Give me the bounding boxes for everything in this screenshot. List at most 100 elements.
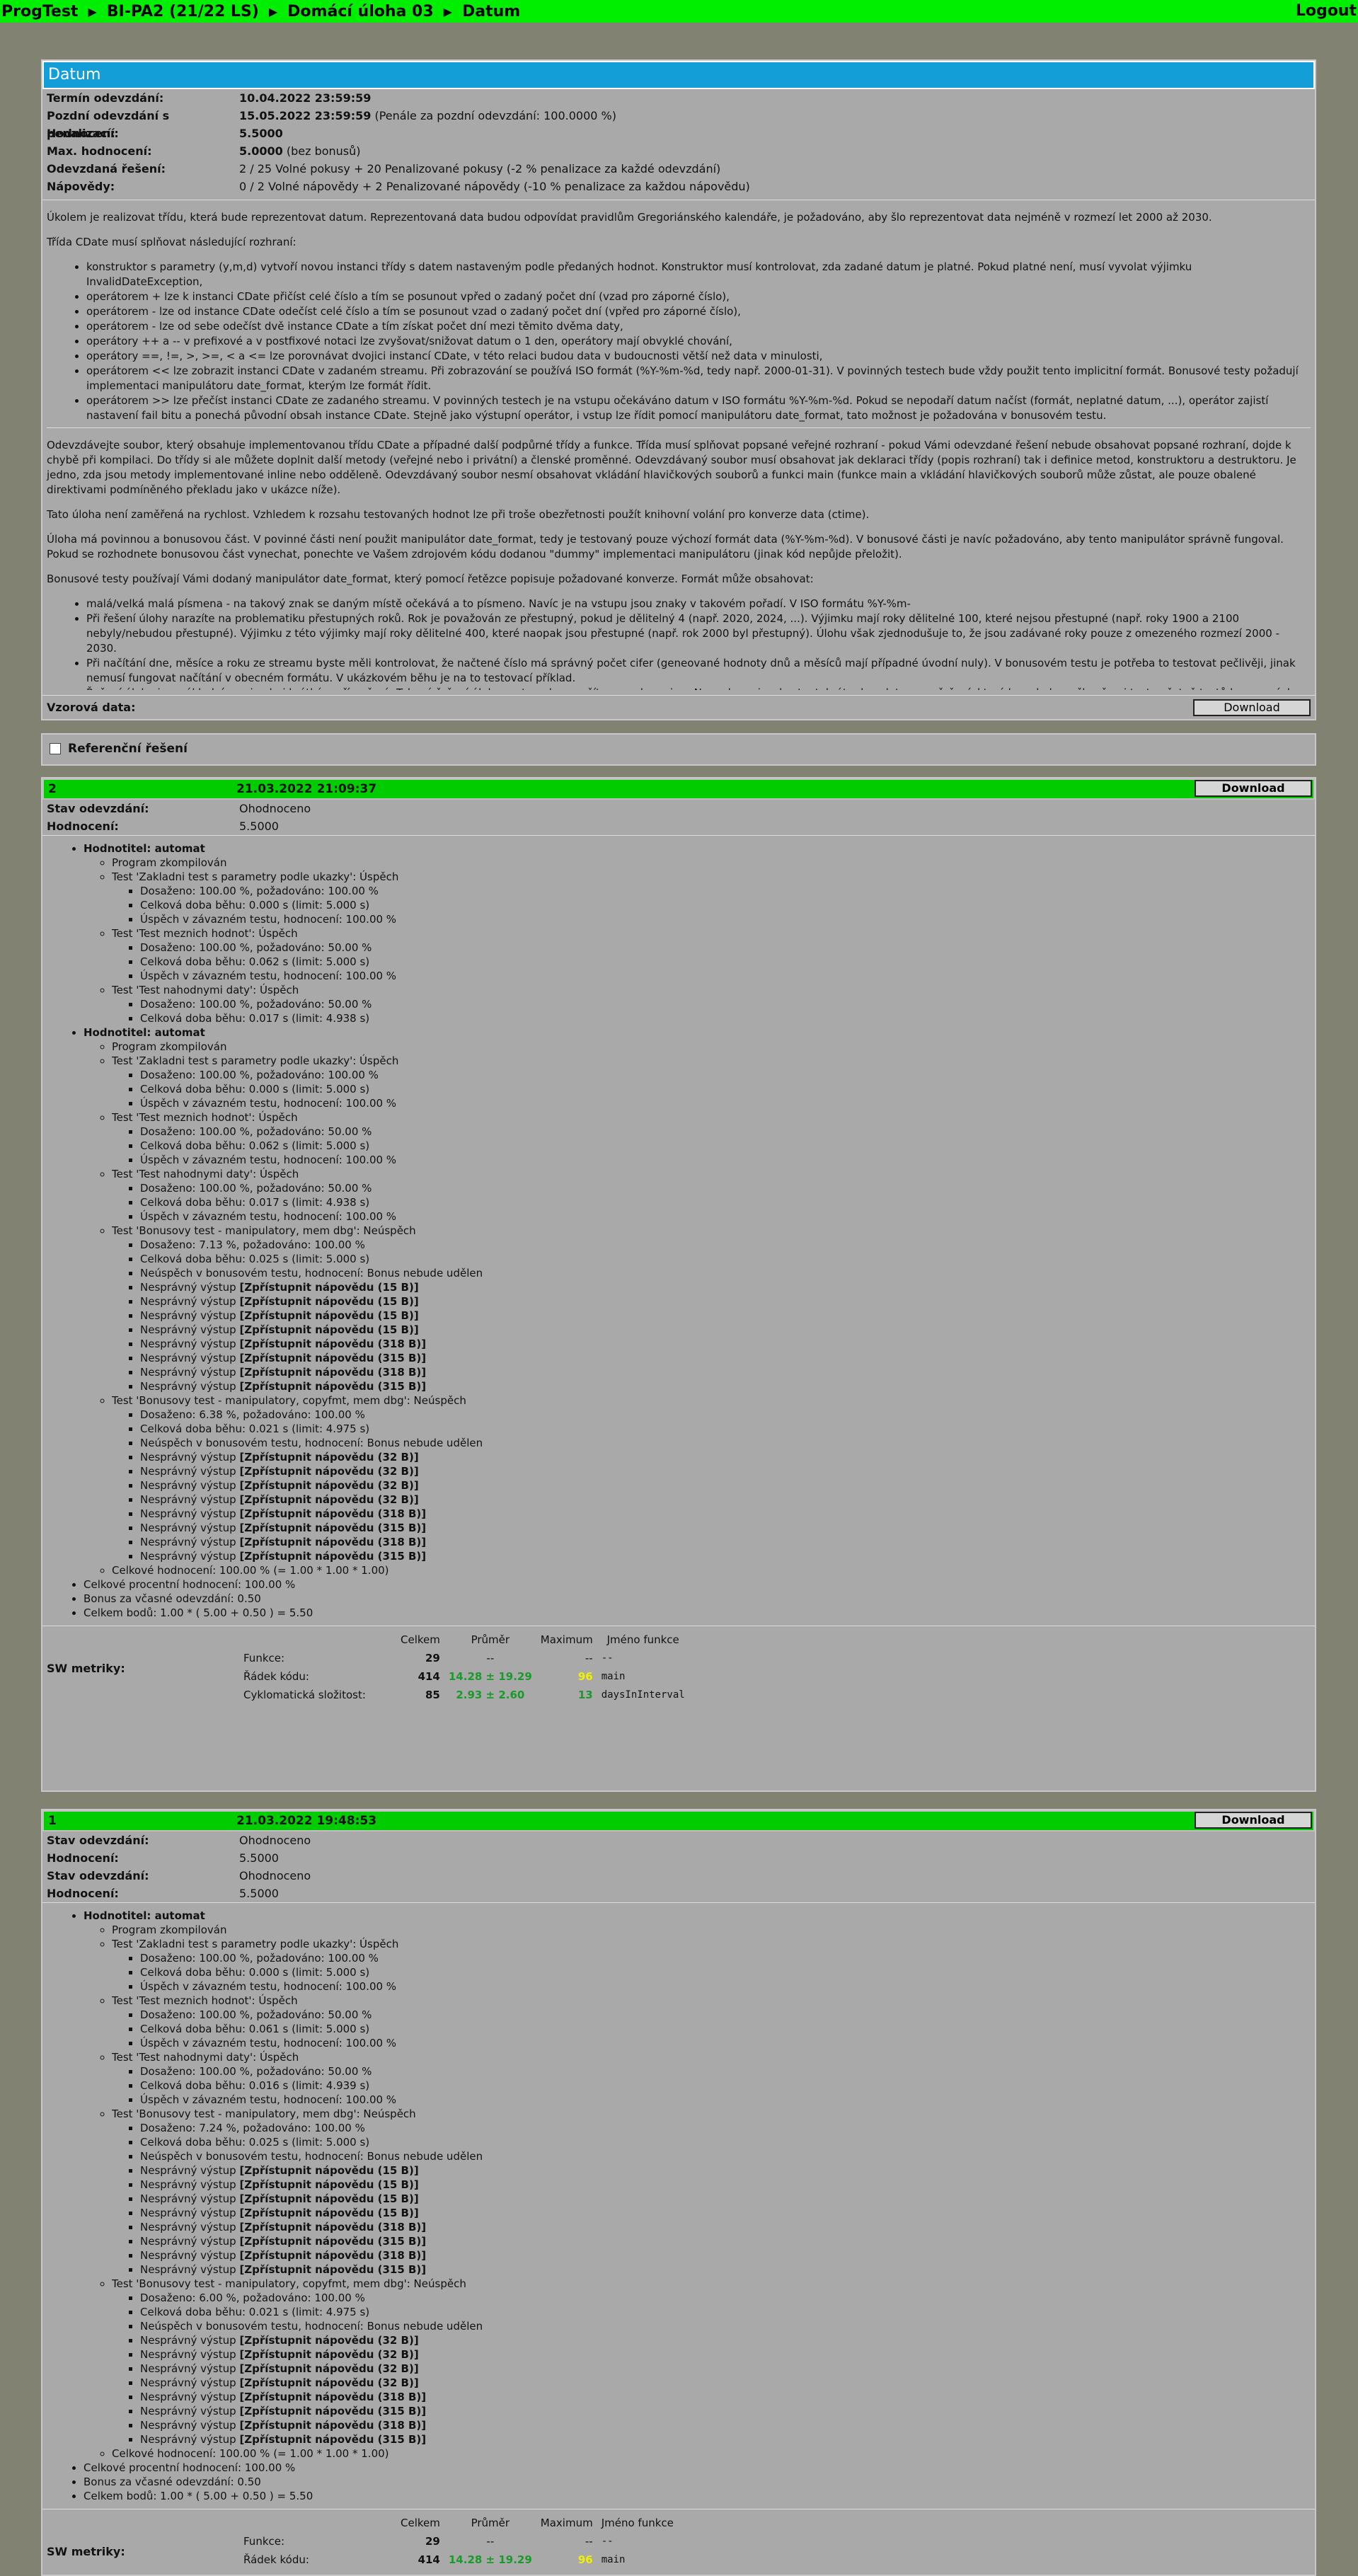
metrics-row: Řádek kódu: 414 14.28 ± 19.29 96 main [239, 1667, 689, 1686]
reveal-hint-link[interactable]: [Zpřístupnit nápovědu (318 B)] [239, 2419, 426, 2432]
hint-row: Nesprávný výstup [Zpřístupnit nápovědu (… [140, 1379, 1315, 1393]
info-key: Hodnocení: [47, 1851, 119, 1865]
metrics-row: Funkce: 29 -- -- -- [239, 2532, 678, 2551]
hint-row: Nesprávný výstup [Zpřístupnit nápovědu (… [140, 2376, 1315, 2390]
result-text: Hodnotitel: automat [84, 842, 205, 855]
interface-item: operátory ++ a -- v prefixové a v postfi… [86, 334, 1311, 349]
reveal-hint-link[interactable]: [Zpřístupnit nápovědu (15 B)] [239, 1281, 418, 1294]
result-text: Nesprávný výstup [140, 2235, 236, 2248]
reveal-hint-link[interactable]: [Zpřístupnit nápovědu (15 B)] [239, 2207, 418, 2219]
breadcrumb-course[interactable]: BI-PA2 (21/22 LS) [107, 3, 259, 21]
breadcrumb-app[interactable]: ProgTest [1, 3, 78, 21]
info-key: Hodnocení: [47, 127, 119, 140]
reveal-hint-link[interactable]: [Zpřístupnit nápovědu (32 B)] [239, 2348, 418, 2361]
reveal-hint-link[interactable]: [Zpřístupnit nápovědu (315 B)] [239, 2433, 426, 2446]
result-text: Úspěch v závazném testu, hodnocení: 100.… [140, 1210, 397, 1223]
result-item: Dosaženo: 100.00 %, požadováno: 50.00 % [140, 1181, 1315, 1195]
result-text: Nesprávný výstup [140, 1281, 236, 1294]
result-item: Celková doba běhu: 0.062 s (limit: 5.000… [140, 955, 1315, 969]
info-note: 2 / 25 Volné pokusy + 20 Penalizované po… [239, 162, 721, 176]
reveal-hint-link[interactable]: [Zpřístupnit nápovědu (32 B)] [239, 1493, 418, 1506]
metric-total: 414 [418, 1670, 440, 1683]
submission-number: 2 [48, 782, 57, 796]
metric-maximum: 96 [577, 1670, 593, 1683]
submission-download-button[interactable]: Download [1195, 1812, 1312, 1829]
info-value: Ohodnoceno [239, 802, 311, 815]
reveal-hint-link[interactable]: [Zpřístupnit nápovědu (15 B)] [239, 1323, 418, 1336]
reveal-hint-link[interactable]: [Zpřístupnit nápovědu (315 B)] [239, 2263, 426, 2276]
reveal-hint-link[interactable]: [Zpřístupnit nápovědu (32 B)] [239, 2376, 418, 2389]
metric-average: 2.93 ± 2.60 [456, 1689, 525, 1701]
interface-item: operátory ==, !=, >, >=, < a <= lze poro… [86, 349, 1311, 364]
reveal-hint-link[interactable]: [Zpřístupnit nápovědu (315 B)] [239, 1352, 426, 1364]
result-item: Dosaženo: 6.38 %, požadováno: 100.00 % [140, 1408, 1315, 1422]
reference-checkbox[interactable] [50, 743, 61, 754]
metric-name: Cyklomatická složitost: [243, 1689, 366, 1701]
reveal-hint-link[interactable]: [Zpřístupnit nápovědu (318 B)] [239, 1338, 426, 1350]
reveal-hint-link[interactable]: [Zpřístupnit nápovědu (318 B)] [239, 2391, 426, 2403]
result-text: Celková doba běhu: 0.062 s (limit: 5.000… [140, 955, 370, 968]
result-text: Úspěch v závazném testu, hodnocení: 100.… [140, 1154, 397, 1166]
sample-download-button[interactable]: Download [1193, 699, 1311, 716]
result-text: Dosaženo: 6.38 %, požadováno: 100.00 % [140, 1408, 365, 1421]
result-item: Dosaženo: 100.00 %, požadováno: 50.00 % [140, 941, 1315, 955]
breadcrumb-task[interactable]: Domácí úloha 03 [287, 3, 434, 21]
reveal-hint-link[interactable]: [Zpřístupnit nápovědu (318 B)] [239, 1536, 426, 1548]
result-text: Celková doba běhu: 0.000 s (limit: 5.000… [140, 899, 370, 912]
reveal-hint-link[interactable]: [Zpřístupnit nápovědu (32 B)] [239, 1465, 418, 1478]
reveal-hint-link[interactable]: [Zpřístupnit nápovědu (318 B)] [239, 2221, 426, 2233]
reveal-hint-link[interactable]: [Zpřístupnit nápovědu (32 B)] [239, 2334, 418, 2347]
reveal-hint-link[interactable]: [Zpřístupnit nápovědu (15 B)] [239, 2164, 418, 2177]
result-text: Nesprávný výstup [140, 2192, 236, 2205]
reveal-hint-link[interactable]: [Zpřístupnit nápovědu (15 B)] [239, 1295, 418, 1308]
result-text: Nesprávný výstup [140, 1338, 236, 1350]
result-text: Nesprávný výstup [140, 2334, 236, 2347]
metrics-header: Celkem [401, 2517, 440, 2529]
result-item: Celkem bodů: 1.00 * ( 5.00 + 0.50 ) = 5.… [84, 2489, 1315, 2503]
hint-row: Nesprávný výstup [Zpřístupnit nápovědu (… [140, 2220, 1315, 2234]
reveal-hint-link[interactable]: [Zpřístupnit nápovědu (315 B)] [239, 1522, 426, 1534]
test-item: Test 'Bonusovy test - manipulatory, mem … [112, 2107, 1315, 2277]
reveal-hint-link[interactable]: [Zpřístupnit nápovědu (32 B)] [239, 1479, 418, 1492]
result-text: Test 'Test nahodnymi daty': Úspěch [112, 1168, 299, 1180]
reveal-hint-link[interactable]: [Zpřístupnit nápovědu (315 B)] [239, 1550, 426, 1563]
test-item: Test 'Test nahodnymi daty': Úspěch Dosaž… [112, 983, 1315, 1025]
submission-info-row: Stav odevzdání: Ohodnoceno [42, 800, 1315, 817]
reveal-hint-link[interactable]: [Zpřístupnit nápovědu (15 B)] [239, 2178, 418, 2191]
reference-solution-toggle[interactable]: Referenční řešení [41, 733, 1316, 766]
result-text: Nesprávný výstup [140, 1522, 236, 1534]
result-item: Bonus za včasné odevzdání: 0.50 [84, 1592, 1315, 1606]
hint-row: Nesprávný výstup [Zpřístupnit nápovědu (… [140, 1549, 1315, 1563]
test-item: Test 'Bonusovy test - manipulatory, copy… [112, 2277, 1315, 2446]
logout-link[interactable]: Logout [1296, 2, 1357, 20]
reveal-hint-link[interactable]: [Zpřístupnit nápovědu (32 B)] [239, 2362, 418, 2375]
reveal-hint-link[interactable]: [Zpřístupnit nápovědu (15 B)] [239, 2192, 418, 2205]
hint-row: Nesprávný výstup [Zpřístupnit nápovědu (… [140, 1323, 1315, 1337]
result-text: Test 'Bonusovy test - manipulatory, mem … [112, 1224, 416, 1237]
reveal-hint-link[interactable]: [Zpřístupnit nápovědu (315 B)] [239, 2405, 426, 2417]
result-text: Nesprávný výstup [140, 1493, 236, 1506]
reveal-hint-link[interactable]: [Zpřístupnit nápovědu (318 B)] [239, 1366, 426, 1379]
reveal-hint-link[interactable]: [Zpřístupnit nápovědu (315 B)] [239, 1380, 426, 1393]
info-main-value: 5.0000 [239, 144, 283, 158]
reveal-hint-link[interactable]: [Zpřístupnit nápovědu (318 B)] [239, 2249, 426, 2262]
reveal-hint-link[interactable]: [Zpřístupnit nápovědu (32 B)] [239, 1451, 418, 1464]
reveal-hint-link[interactable]: [Zpřístupnit nápovědu (315 B)] [239, 2235, 426, 2248]
metric-average: 14.28 ± 19.29 [448, 2553, 532, 2566]
result-item: Úspěch v závazném testu, hodnocení: 100.… [140, 1979, 1315, 1994]
result-item: Úspěch v závazném testu, hodnocení: 100.… [140, 2036, 1315, 2050]
info-key: Max. hodnocení: [47, 144, 152, 158]
result-item: Celková doba běhu: 0.061 s (limit: 5.000… [140, 2022, 1315, 2036]
reveal-hint-link[interactable]: [Zpřístupnit nápovědu (15 B)] [239, 1309, 418, 1322]
submission-download-button[interactable]: Download [1195, 780, 1312, 797]
metrics-table: Celkem Průměr Maximum Jméno funkce Funkce: 29… [239, 2514, 678, 2569]
sw-metrics: SW metriky: Celkem Průměr Maximum Jméno funk… [42, 2509, 1315, 2575]
desc-paragraph: Úloha má povinnou a bonusovou část. V po… [47, 533, 1284, 560]
result-item: Celkové hodnocení: 100.00 % (= 1.00 * 1.… [112, 1563, 1315, 1577]
interface-item: operátorem >> lze přečíst instanci CDate… [86, 393, 1311, 423]
submission-date: 21.03.2022 21:09:37 [236, 782, 377, 796]
result-text: Nesprávný výstup [140, 2419, 236, 2432]
sample-data-label: Vzorová data: [47, 701, 136, 714]
hint-row: Nesprávný výstup [Zpřístupnit nápovědu (… [140, 1478, 1315, 1493]
reveal-hint-link[interactable]: [Zpřístupnit nápovědu (318 B)] [239, 1507, 426, 1520]
